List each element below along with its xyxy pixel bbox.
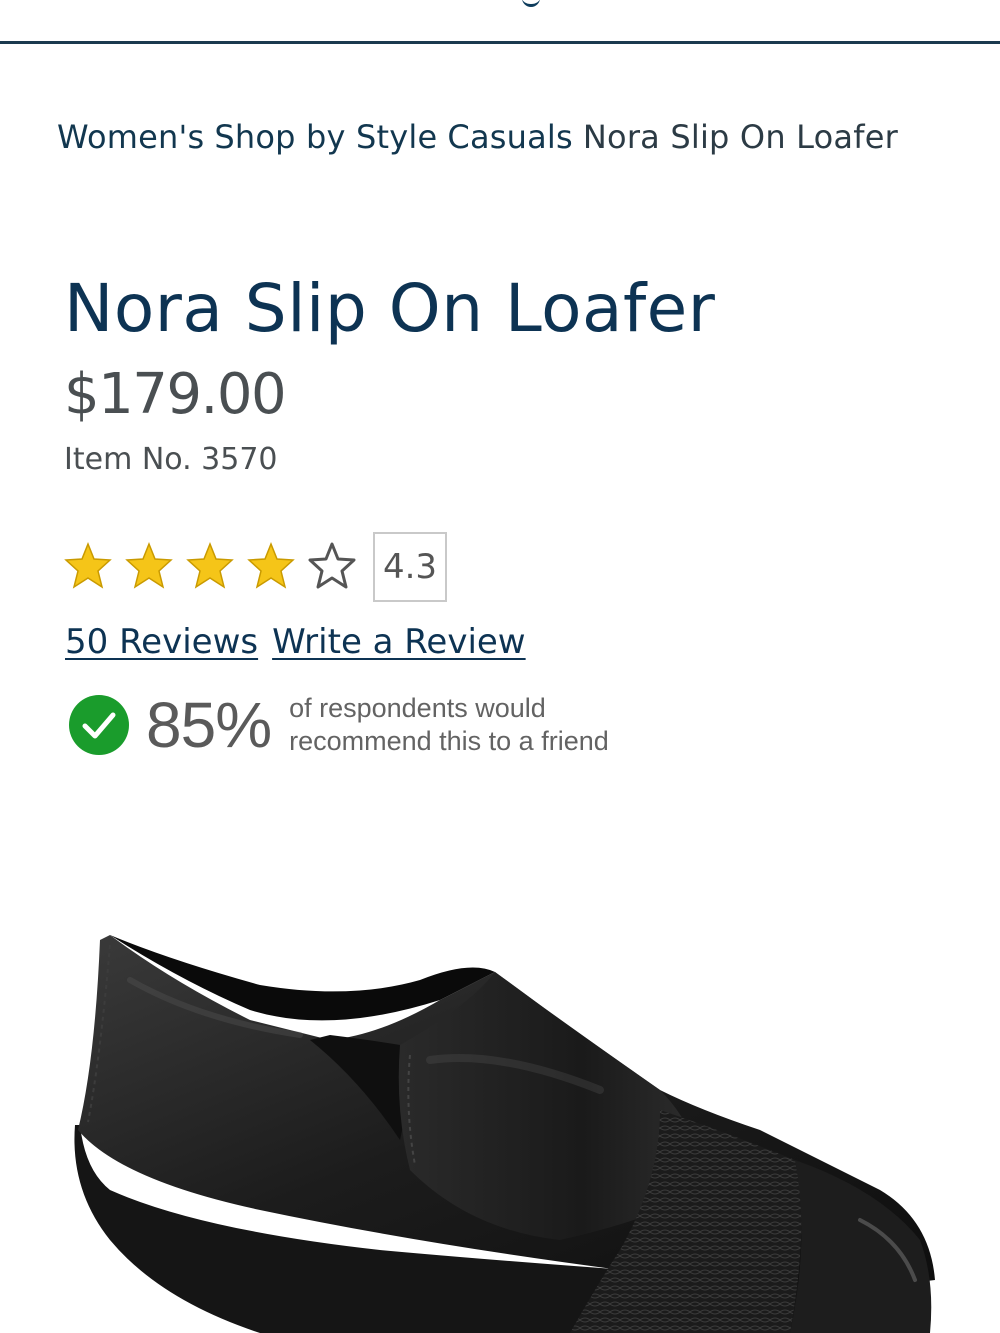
star-filled-icon: [247, 541, 295, 589]
header-logo-fragment: [522, 0, 540, 7]
breadcrumb-item-casuals[interactable]: Casuals: [447, 118, 572, 156]
star-partial-icon: [308, 542, 356, 589]
breadcrumb-item-shop-by-style[interactable]: Shop by Style: [214, 118, 437, 156]
rating-summary[interactable]: 4.3: [64, 530, 447, 604]
shoe-image[interactable]: [0, 860, 1000, 1333]
breadcrumb-item-current: Nora Slip On Loafer: [582, 118, 898, 156]
star-filled-icon: [186, 541, 234, 589]
product-page: Women's Shop by Style Casuals Nora Slip On …: [0, 0, 1000, 1333]
breadcrumb: Women's Shop by Style Casuals Nora Slip On …: [57, 118, 898, 156]
recommend-text-line2: recommend this to a friend: [289, 726, 609, 756]
star-rating[interactable]: [64, 541, 369, 593]
product-title: Nora Slip On Loafer: [64, 270, 716, 347]
check-circle-icon: [69, 695, 129, 755]
recommend-summary: 85% of respondents would recommend this …: [68, 688, 609, 762]
breadcrumb-item-womens[interactable]: Women's: [57, 118, 204, 156]
star-filled-icon: [64, 541, 112, 589]
reviews-count-link[interactable]: 50 Reviews: [65, 622, 258, 662]
star-filled-icon: [125, 541, 173, 589]
product-price: $179.00: [64, 362, 287, 427]
recommend-percent: 85%: [146, 689, 272, 761]
rating-value-badge: 4.3: [373, 532, 447, 602]
item-number: Item No. 3570: [64, 442, 278, 477]
write-review-link[interactable]: Write a Review: [272, 622, 526, 662]
recommend-text-line1: of respondents would: [289, 693, 546, 723]
review-links: 50 Reviews Write a Review: [65, 622, 526, 662]
header-divider: [0, 41, 1000, 44]
recommend-text: of respondents would recommend this to a…: [289, 692, 609, 758]
